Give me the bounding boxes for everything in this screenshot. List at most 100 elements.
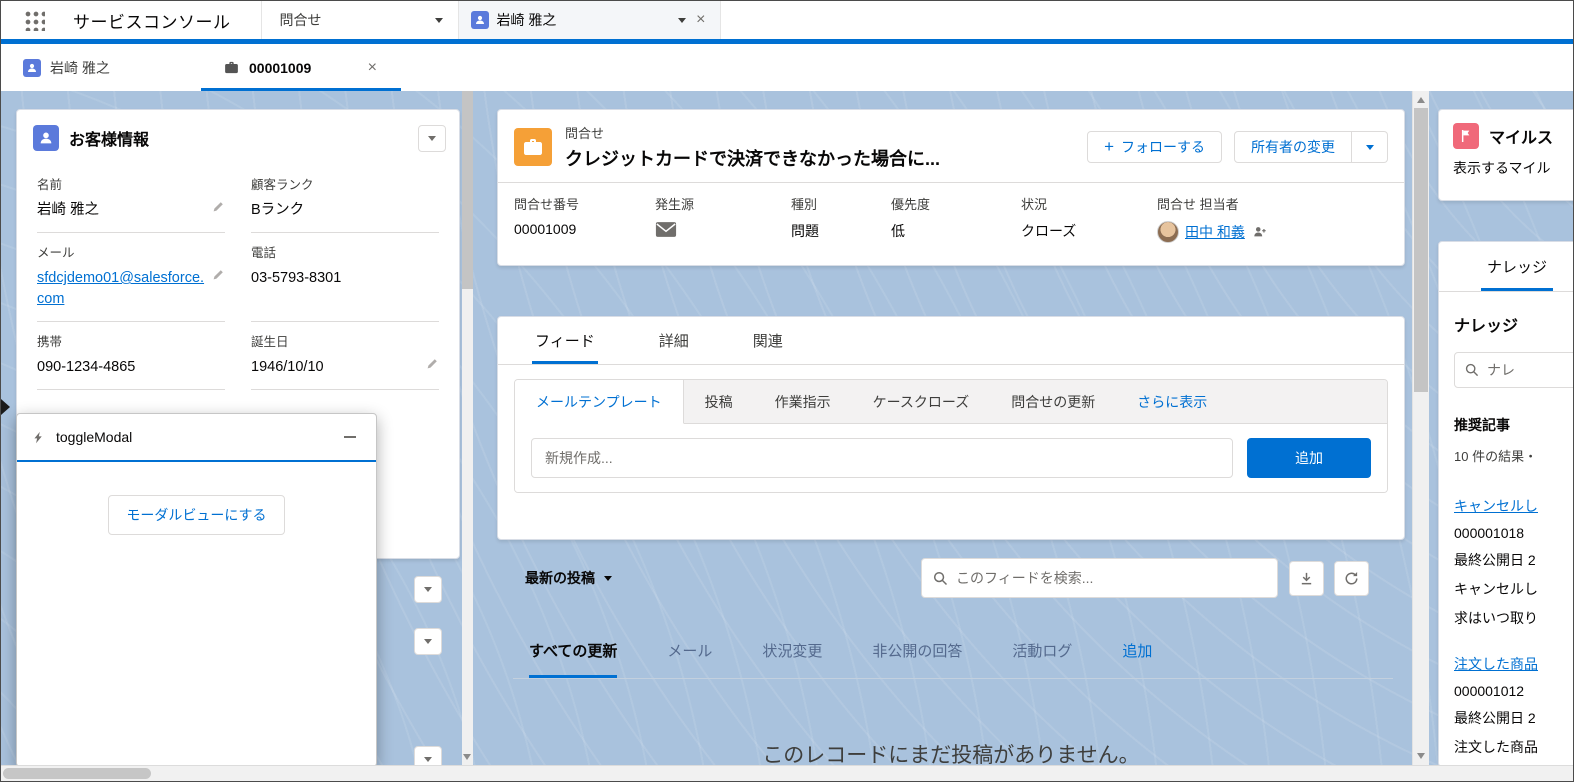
scroll-down-icon[interactable]: [463, 754, 471, 760]
workspace: お客様情報 名前 岩崎 雅之 顧客ランク Bランク メール sfdcjdemo0…: [1, 91, 1573, 765]
toggle-modal-title: toggleModal: [56, 429, 133, 445]
owner-avatar[interactable]: [1157, 221, 1179, 243]
field-label: 種別: [791, 197, 818, 212]
filter-activity-log[interactable]: 活動ログ: [1012, 623, 1072, 678]
expand-posts-button[interactable]: [1289, 561, 1324, 596]
chevron-down-icon: [1365, 144, 1374, 150]
main-scrollbar[interactable]: [1412, 91, 1429, 765]
publisher-tab-email-template[interactable]: メールテンプレート: [515, 380, 684, 424]
workspace-tab-label: 岩崎 雅之: [496, 12, 557, 28]
field-value: 00001009: [514, 221, 577, 237]
refresh-feed-button[interactable]: [1334, 561, 1369, 596]
search-icon: [933, 571, 948, 585]
edit-pencil-icon[interactable]: [426, 357, 439, 375]
publisher-tab-work-order[interactable]: 作業指示: [754, 380, 852, 423]
email-link[interactable]: sfdcjdemo01@salesforce.com: [37, 268, 208, 310]
app-name: サービスコンソール: [73, 12, 231, 32]
owner-link[interactable]: 田中 和義: [1185, 222, 1245, 242]
highlight-priority: 優先度 低: [891, 194, 1021, 243]
tab-knowledge[interactable]: ナレッジ: [1481, 242, 1554, 291]
case-title: クレジットカードで決済できなかった場合に...: [565, 149, 941, 169]
knowledge-search-input[interactable]: [1487, 362, 1573, 378]
filter-email[interactable]: メール: [667, 623, 712, 678]
publisher-tab-post[interactable]: 投稿: [684, 380, 754, 423]
tab-details[interactable]: 詳細: [656, 317, 692, 364]
expand-panel-arrow[interactable]: [1, 399, 10, 415]
feed-sort-dropdown[interactable]: 最新の投稿: [525, 568, 612, 588]
knowledge-article: キャンセルし 000001018 最終公開日 2 キャンセルし 求はいつ取り: [1454, 496, 1573, 628]
edit-pencil-icon[interactable]: [212, 268, 225, 286]
chevron-down-icon: [435, 17, 443, 23]
milestone-body-text: 表示するマイル: [1453, 160, 1551, 176]
card-menu-button[interactable]: [414, 576, 442, 603]
filter-status-change[interactable]: 状況変更: [762, 623, 822, 678]
filter-all-updates[interactable]: すべての更新: [529, 623, 618, 678]
article-snippet: キャンセルし: [1454, 581, 1538, 597]
field-value: 岩崎 雅之: [37, 202, 100, 218]
feed-empty-message: このレコードにまだ投稿がありません。: [762, 744, 1140, 765]
follow-button[interactable]: + フォローする: [1087, 131, 1222, 163]
article-number: 000001012: [1454, 683, 1525, 699]
field-value: 090-1234-4865: [37, 359, 136, 376]
publisher-more-link[interactable]: さらに表示: [1116, 380, 1228, 423]
field-label: 顧客ランク: [251, 178, 314, 192]
publisher-tabs: メールテンプレート 投稿 作業指示 ケースクローズ 問合せの更新 さらに表示: [515, 380, 1387, 424]
article-title-link[interactable]: キャンセルし: [1454, 496, 1573, 516]
follower-icon[interactable]: [1253, 225, 1267, 239]
feed-search-input[interactable]: [956, 570, 1266, 586]
change-owner-button[interactable]: 所有者の変更: [1234, 131, 1352, 163]
edit-pencil-icon[interactable]: [212, 200, 225, 218]
card-menu-button[interactable]: [414, 746, 442, 765]
contact-icon: [470, 11, 489, 29]
field-value: クローズ: [1021, 223, 1077, 239]
search-icon: [1465, 363, 1479, 377]
card-menu-button[interactable]: [414, 628, 442, 655]
milestone-card: マイルス 表示するマイル: [1438, 109, 1573, 201]
case-highlight-fields: 問合せ番号 00001009 発生源 種別 問題 優先度 低 状況 クローズ 問…: [498, 183, 1404, 253]
filter-add-link[interactable]: 追加: [1122, 623, 1152, 678]
left-panel-scrollbar[interactable]: [462, 91, 473, 765]
knowledge-search-box: [1454, 352, 1573, 388]
scrollbar-thumb[interactable]: [3, 768, 151, 779]
customer-fields: 名前 岩崎 雅之 顧客ランク Bランク メール sfdcjdemo01@sale: [17, 161, 459, 391]
publisher-tab-case-update[interactable]: 問合せの更新: [990, 380, 1116, 423]
workspace-tab-contact[interactable]: 岩崎 雅之 ×: [458, 1, 721, 39]
tab-related[interactable]: 関連: [750, 317, 786, 364]
publisher-tab-case-close[interactable]: ケースクローズ: [852, 380, 991, 423]
minimize-button[interactable]: [339, 426, 361, 448]
chevron-down-icon: [604, 575, 612, 581]
tab-feed[interactable]: フィード: [532, 317, 598, 364]
customer-card-header: お客様情報: [17, 110, 459, 161]
modal-view-button[interactable]: モーダルビューにする: [108, 495, 285, 535]
nav-tab-case[interactable]: 問合せ: [260, 1, 421, 39]
article-snippet: 注文した商品: [1454, 739, 1538, 755]
filter-private-reply[interactable]: 非公開の回答: [872, 623, 962, 678]
subtab-contact[interactable]: 岩崎 雅之: [1, 44, 201, 91]
close-icon[interactable]: ×: [694, 11, 707, 29]
horizontal-scrollbar[interactable]: [1, 765, 1573, 781]
publisher-input[interactable]: [531, 438, 1233, 478]
add-button[interactable]: 追加: [1247, 438, 1371, 478]
knowledge-tab-bar: ナレッジ: [1439, 242, 1573, 292]
case-icon: [225, 61, 238, 74]
chevron-down-icon[interactable]: [678, 17, 687, 23]
knowledge-heading: ナレッジ: [1454, 318, 1519, 335]
nav-tab-dropdown[interactable]: [421, 1, 459, 39]
scroll-up-icon[interactable]: [1417, 97, 1425, 103]
minimize-icon: [344, 436, 356, 438]
card-menu-button[interactable]: [418, 125, 446, 152]
scroll-down-icon[interactable]: [1417, 753, 1425, 759]
feed-search-box: [921, 558, 1278, 598]
field-label: 携帯: [37, 335, 63, 350]
field-label: メール: [37, 246, 75, 261]
scrollbar-thumb[interactable]: [462, 91, 473, 289]
article-title-link[interactable]: 注文した商品: [1454, 654, 1573, 674]
more-actions-button[interactable]: [1352, 131, 1388, 163]
scrollbar-thumb[interactable]: [1414, 108, 1428, 392]
chevron-down-icon: [424, 757, 432, 762]
close-icon[interactable]: ×: [366, 59, 379, 77]
subtab-case-active[interactable]: 00001009 ×: [201, 44, 401, 91]
app-launcher-button[interactable]: [1, 1, 67, 39]
recommended-articles-heading: 推奨記事: [1454, 417, 1510, 433]
subtab-label: 岩崎 雅之: [50, 59, 110, 76]
